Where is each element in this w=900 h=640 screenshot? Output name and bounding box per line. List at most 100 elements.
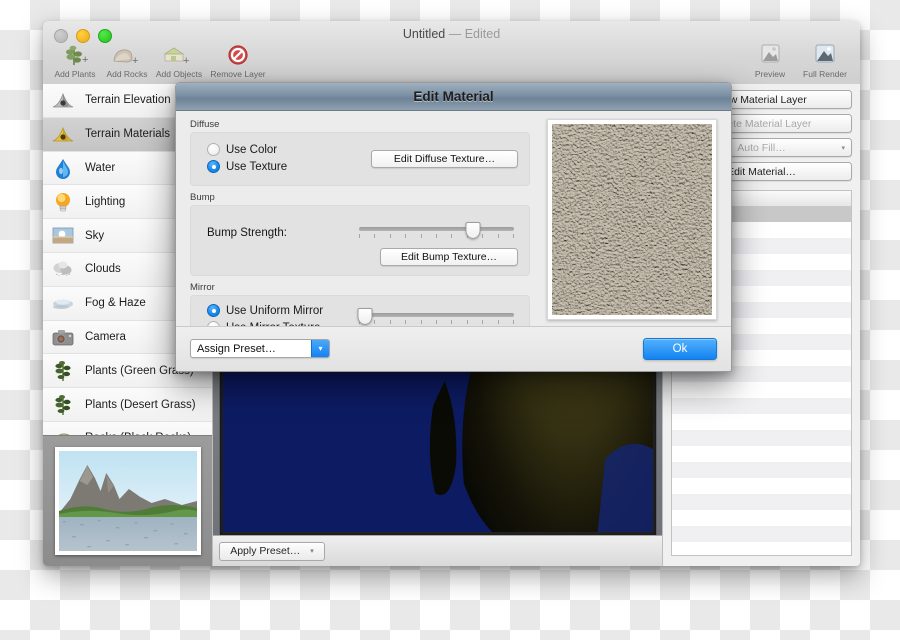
mirror-amount-slider[interactable] — [357, 308, 514, 328]
radio-icon[interactable] — [207, 143, 220, 156]
toolbar-button-add-plants[interactable]: + Add Plants — [49, 43, 101, 79]
dialog-title: Edit Material — [413, 89, 494, 104]
bump-group-label: Bump — [190, 192, 215, 203]
bump-group: Bump Strength: Edit Bump Texture… — [190, 205, 530, 276]
assign-preset-dropdown[interactable]: Assign Preset… ▾ — [190, 339, 330, 358]
use-uniform-mirror-option[interactable]: Use Uniform Mirror — [207, 302, 323, 319]
scene-thumbnail[interactable] — [54, 447, 201, 555]
sidebar-item-label: Terrain Materials — [85, 128, 170, 141]
fog-icon — [50, 291, 76, 315]
sidebar-item-label: Terrain Elevation — [85, 94, 171, 107]
clouds-icon — [50, 257, 76, 281]
slider-tick — [420, 234, 422, 238]
toolbar-label: Remove Layer — [210, 69, 266, 79]
diffuse-use-color-option[interactable]: Use Color — [207, 141, 287, 158]
table-row[interactable] — [672, 494, 851, 510]
radio-icon[interactable] — [207, 304, 220, 317]
toolbar-button-add-rocks[interactable]: + Add Rocks — [101, 43, 153, 79]
slider-tick — [435, 320, 437, 324]
lightbulb-icon — [50, 190, 76, 214]
chevron-down-icon[interactable]: ▾ — [311, 340, 329, 357]
slider-track — [359, 313, 514, 317]
slider-knob[interactable] — [357, 308, 373, 325]
slider-tick — [374, 320, 376, 324]
sidebar-item-label: Water — [85, 161, 116, 174]
toolbar-button-add-objects[interactable]: + Add Objects — [153, 43, 205, 79]
texture-swatch — [552, 124, 712, 315]
slider-tick — [497, 234, 499, 238]
apply-preset-label: Apply Preset… — [230, 545, 301, 557]
toolbar-label: Full Render — [803, 69, 847, 79]
edit-bump-texture-button[interactable]: Edit Bump Texture… — [380, 248, 518, 266]
sidebar-item-label: Plants (Desert Grass) — [85, 398, 196, 411]
table-row[interactable] — [672, 478, 851, 494]
ok-button[interactable]: Ok — [643, 338, 717, 360]
slider-knob[interactable] — [465, 222, 481, 239]
diffuse-group: Use Color Use Texture Edit Diffuse Textu… — [190, 132, 530, 186]
slider-tick — [435, 234, 437, 238]
plants-icon — [50, 359, 76, 383]
slider-tick — [512, 234, 514, 238]
toolbar-button-full-render[interactable]: Full Render — [796, 43, 854, 79]
toolbar-button-remove-layer[interactable]: Remove Layer — [205, 43, 271, 79]
table-row[interactable] — [672, 462, 851, 478]
table-row[interactable] — [672, 526, 851, 542]
scene-thumbnail-image — [58, 451, 197, 551]
button-label: Edit Bump Texture… — [400, 251, 498, 263]
sidebar-item-label: Fog & Haze — [85, 297, 146, 310]
table-row[interactable] — [672, 398, 851, 414]
bump-strength-slider[interactable] — [359, 222, 514, 242]
slider-tick — [374, 234, 376, 238]
table-row[interactable] — [672, 382, 851, 398]
slider-tick — [389, 234, 391, 238]
terrain-materials-icon — [50, 122, 76, 146]
option-label: Use Texture — [226, 160, 288, 173]
diffuse-use-texture-option[interactable]: Use Texture — [207, 158, 287, 175]
dialog-titlebar: Edit Material — [176, 83, 731, 111]
slider-ticks — [359, 234, 514, 239]
edit-diffuse-texture-button[interactable]: Edit Diffuse Texture… — [371, 150, 518, 168]
toolbar-label: Add Rocks — [106, 69, 148, 79]
camera-icon — [50, 325, 76, 349]
chevron-down-icon: ▾ — [310, 548, 314, 555]
document-title: Untitled — [402, 27, 446, 41]
sidebar-item-label: Lighting — [85, 195, 126, 208]
table-row[interactable] — [672, 542, 851, 555]
water-drop-icon — [50, 156, 76, 180]
button-label: Ok — [672, 343, 688, 355]
apply-preset-button[interactable]: Apply Preset… ▾ — [219, 541, 325, 561]
svg-text:+: + — [183, 55, 189, 67]
radio-icon[interactable] — [207, 160, 220, 173]
diffuse-texture-preview[interactable] — [547, 119, 717, 320]
toolbar-label: Add Objects — [155, 69, 203, 79]
toolbar-left: + Add Plants + Add Rocks + Add Objects R… — [49, 43, 271, 79]
toolbar-button-preview[interactable]: Preview — [744, 43, 796, 79]
diffuse-group-label: Diffuse — [190, 119, 220, 130]
button-label: Edit Diffuse Texture… — [393, 153, 496, 165]
window-title: Untitled — Edited — [43, 27, 860, 41]
table-row[interactable] — [672, 414, 851, 430]
toolbar-right: Preview Full Render — [744, 43, 854, 79]
sky-icon — [50, 224, 76, 248]
chevron-down-icon: ▾ — [841, 144, 845, 152]
bump-strength-label: Bump Strength: — [207, 227, 287, 239]
table-row[interactable] — [672, 430, 851, 446]
slider-tick — [466, 320, 468, 324]
sidebar-item-label: Camera — [85, 330, 126, 343]
table-row[interactable] — [672, 446, 851, 462]
slider-track — [359, 227, 514, 231]
title-separator: — — [448, 27, 462, 41]
sidebar-item-plants-desert-grass[interactable]: Plants (Desert Grass) — [43, 388, 212, 422]
option-label: Use Color — [226, 143, 278, 156]
rocks-icon: + — [110, 43, 144, 67]
slider-tick — [512, 320, 514, 324]
slider-tick — [405, 234, 407, 238]
table-row[interactable] — [672, 510, 851, 526]
slider-ticks — [359, 320, 514, 325]
button-label: Auto Fill… — [737, 141, 786, 154]
dialog-left-column: Diffuse Use Color Use Texture Edit Diffu… — [190, 119, 530, 343]
terrain-elevation-icon — [50, 88, 76, 112]
dialog-footer: Assign Preset… ▾ Ok — [176, 326, 731, 371]
button-label: Edit Material… — [727, 165, 796, 178]
scene-thumbnail-well — [43, 435, 212, 566]
